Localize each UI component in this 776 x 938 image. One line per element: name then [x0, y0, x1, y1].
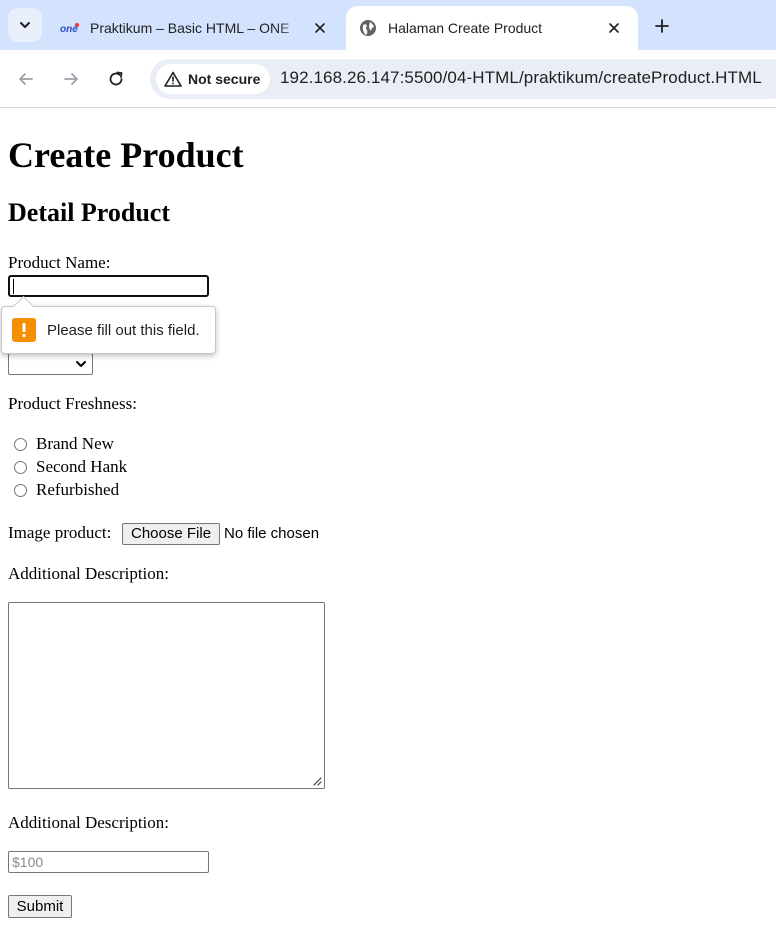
price-input[interactable]: $100 [8, 851, 209, 873]
forward-button[interactable] [57, 65, 85, 93]
description-textarea[interactable] [8, 602, 325, 789]
price-label: Additional Description: [8, 813, 170, 832]
radio-brand-new[interactable]: Brand New [14, 434, 114, 454]
back-button[interactable] [12, 65, 40, 93]
submit-button[interactable]: Submit [8, 895, 72, 918]
product-name-input[interactable] [8, 275, 209, 297]
browser-toolbar: Not secure 192.168.26.147:5500/04-HTML/p… [0, 50, 776, 108]
radio-label: Refurbished [36, 480, 120, 499]
page-title: Create Product [8, 135, 244, 175]
one-logo-icon: one [60, 18, 80, 38]
section-title: Detail Product [8, 198, 170, 227]
product-category-select[interactable] [8, 353, 93, 375]
plus-icon [655, 19, 669, 33]
tab-title: Halaman Create Product [388, 20, 543, 36]
validation-message: Please fill out this field. [47, 321, 200, 339]
tab-praktikum[interactable]: one Praktikum – Basic HTML – ONE [48, 6, 344, 50]
tab-title: Praktikum – Basic HTML – ONE [90, 20, 290, 36]
radio-refurbished[interactable]: Refurbished [14, 480, 119, 500]
url-text: 192.168.26.147:5500/04-HTML/praktikum/cr… [280, 68, 762, 87]
globe-icon [358, 18, 378, 38]
arrow-right-icon [64, 73, 78, 85]
text-caret [13, 279, 14, 294]
reload-button[interactable] [102, 65, 130, 93]
image-label: Image product: [8, 523, 112, 542]
radio-label: Brand New [36, 434, 114, 453]
radio-button[interactable] [14, 483, 27, 497]
chevron-down-icon [76, 361, 86, 367]
resize-grip-icon[interactable] [312, 776, 322, 786]
choose-file-button[interactable]: Choose File [122, 523, 221, 545]
product-name-label: Product Name: [8, 253, 111, 272]
reload-icon [109, 71, 123, 86]
close-icon[interactable] [602, 16, 626, 40]
security-indicator[interactable]: Not secure [156, 64, 271, 94]
radio-label: Second Hank [36, 457, 128, 476]
security-label: Not secure [188, 71, 261, 87]
radio-button[interactable] [14, 437, 27, 451]
warning-triangle-icon [164, 71, 182, 87]
tab-strip: one Praktikum – Basic HTML – ONE Halaman… [0, 0, 776, 50]
address-bar[interactable]: Not secure 192.168.26.147:5500/04-HTML/p… [150, 59, 776, 99]
close-icon[interactable] [308, 16, 332, 40]
freshness-label: Product Freshness: [8, 394, 137, 413]
exclamation-icon [12, 318, 36, 342]
description-label: Additional Description: [8, 564, 170, 583]
radio-second-hank[interactable]: Second Hank [14, 457, 127, 477]
new-tab-button[interactable] [648, 12, 676, 40]
tab-search-button[interactable] [8, 8, 42, 42]
tab-create-product[interactable]: Halaman Create Product [346, 6, 638, 50]
validation-tooltip: Please fill out this field. [1, 306, 216, 354]
radio-button[interactable] [14, 460, 27, 474]
chevron-down-icon [20, 22, 30, 28]
arrow-left-icon [19, 73, 33, 85]
file-status: No file chosen [224, 525, 320, 542]
